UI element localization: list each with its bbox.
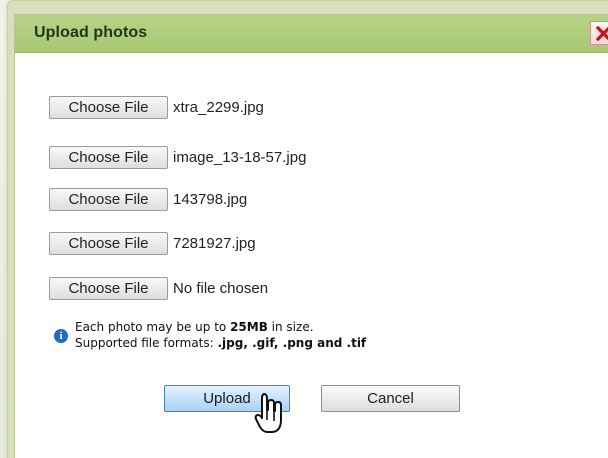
size-limit-suffix: in size.	[267, 320, 314, 334]
size-limit-value: 25MB	[230, 320, 268, 334]
choose-file-button-2[interactable]: Choose File	[49, 146, 168, 169]
upload-photos-dialog: Upload photos Choose File xtra_2299.jpg …	[14, 14, 608, 458]
upload-info: i Each photo may be up to 25MB in size. …	[54, 319, 484, 355]
close-button[interactable]	[590, 21, 608, 45]
upload-button[interactable]: Upload	[164, 385, 290, 412]
file-row-4: Choose File 7281927.jpg	[49, 232, 256, 255]
file-row-5: Choose File No file chosen	[49, 277, 268, 300]
cancel-button[interactable]: Cancel	[321, 385, 460, 412]
size-limit-note: Each photo may be up to 25MB in size.	[75, 319, 366, 335]
size-limit-prefix: Each photo may be up to	[75, 320, 231, 334]
selected-file-name-1: xtra_2299.jpg	[173, 99, 264, 116]
dialog-titlebar: Upload photos	[15, 15, 608, 53]
file-formats-value: .jpg, .gif, .png and .tif	[217, 336, 367, 350]
selected-file-name-5: No file chosen	[173, 280, 269, 297]
choose-file-button-5[interactable]: Choose File	[49, 277, 168, 300]
file-row-1: Choose File xtra_2299.jpg	[49, 96, 264, 119]
dialog-actions: Upload Cancel	[164, 385, 474, 415]
file-formats-prefix: Supported file formats:	[75, 336, 218, 350]
file-row-3: Choose File 143798.jpg	[49, 188, 247, 211]
selected-file-name-4: 7281927.jpg	[173, 235, 256, 252]
choose-file-button-3[interactable]: Choose File	[49, 188, 168, 211]
close-icon	[596, 26, 608, 41]
file-formats-note: Supported file formats: .jpg, .gif, .png…	[75, 335, 366, 351]
upload-info-text: Each photo may be up to 25MB in size. Su…	[75, 319, 366, 351]
page: Upload photos Choose File xtra_2299.jpg …	[0, 0, 608, 458]
choose-file-button-1[interactable]: Choose File	[49, 96, 168, 119]
selected-file-name-3: 143798.jpg	[173, 191, 248, 208]
file-row-2: Choose File image_13-18-57.jpg	[49, 146, 306, 169]
dialog-title: Upload photos	[34, 24, 148, 41]
choose-file-button-4[interactable]: Choose File	[49, 232, 168, 255]
info-icon: i	[54, 329, 68, 343]
selected-file-name-2: image_13-18-57.jpg	[173, 149, 307, 166]
